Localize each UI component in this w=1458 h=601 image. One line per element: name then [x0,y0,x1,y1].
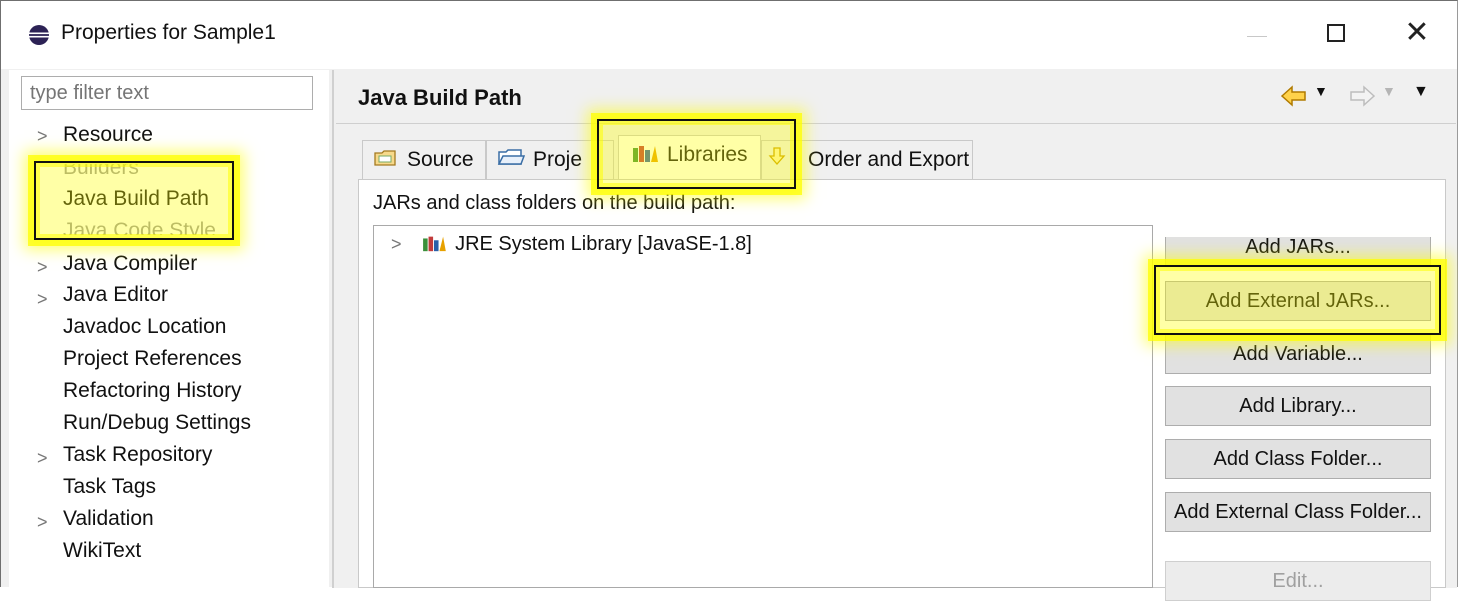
forward-dropdown-icon[interactable]: ▼ [1382,83,1396,99]
build-path-description: JARs and class folders on the build path… [373,192,736,214]
tree-item-task-tags[interactable]: Task Tags [63,475,156,499]
library-label: JRE System Library [JavaSE-1.8] [455,233,752,255]
tab-label: Proje [533,148,583,171]
add-library-button[interactable]: Add Library... [1165,386,1431,426]
forward-arrow-icon[interactable] [1349,85,1375,107]
tree-item-task-repository[interactable]: Task Repository [63,443,212,467]
source-folder-icon [374,150,396,167]
tab-order-and-export[interactable]: Order and Export [761,140,973,180]
minimize-button[interactable] [1247,36,1267,37]
add-external-class-folder-button[interactable]: Add External Class Folder... [1165,492,1431,532]
back-dropdown-icon[interactable]: ▼ [1314,83,1328,99]
header-separator [336,123,1456,124]
expand-arrow-icon[interactable]: > [37,126,48,147]
jre-library-icon [423,236,446,251]
tab-libraries[interactable]: Libraries [618,135,761,181]
expand-arrow-icon[interactable]: > [37,448,48,469]
add-class-folder-button[interactable]: Add Class Folder... [1165,439,1431,479]
tab-projects[interactable]: Proje [486,140,614,180]
view-menu-icon[interactable]: ▼ [1413,83,1429,101]
expand-arrow-icon[interactable]: > [37,512,48,533]
order-export-icon [768,147,786,166]
project-folder-icon [497,149,525,166]
window-title: Properties for Sample1 [61,21,276,44]
tab-label: Order and Export [808,148,970,171]
close-icon: ✕ [1404,16,1430,49]
tree-item-java-editor[interactable]: Java Editor [63,283,168,307]
tab-label: Libraries [667,143,748,166]
eclipse-logo-icon [29,25,49,45]
tree-item-project-references[interactable]: Project References [63,347,242,371]
tree-item-java-compiler[interactable]: Java Compiler [63,252,197,276]
close-button[interactable]: ✕ [1401,17,1433,49]
tree-item-refactoring-history[interactable]: Refactoring History [63,379,242,403]
libraries-icon [633,146,658,163]
maximize-button[interactable] [1327,24,1345,42]
tree-item-java-build-path[interactable]: Java Build Path [63,187,209,211]
title-bar: Properties for Sample1 ✕ [1,1,1457,69]
list-item[interactable]: > JRE System Library [JavaSE-1.8] [391,233,752,256]
tree-item-javadoc-location[interactable]: Javadoc Location [63,315,226,339]
page-title: Java Build Path [358,85,522,110]
expand-arrow-icon[interactable]: > [37,257,48,278]
filter-input[interactable] [21,76,313,110]
back-arrow-icon[interactable] [1281,85,1307,107]
libraries-list[interactable] [373,225,1153,588]
tab-label: Source [407,148,474,171]
expand-arrow-icon[interactable]: > [37,289,48,310]
properties-dialog: Properties for Sample1 ✕ > Resource Buil… [0,0,1458,601]
add-external-jars-button[interactable]: Add External JARs... [1165,281,1431,321]
tree-item-wikitext[interactable]: WikiText [63,539,141,563]
tree-item-validation[interactable]: Validation [63,507,154,531]
add-variable-button[interactable]: Add Variable... [1165,334,1431,374]
expand-arrow-icon[interactable]: > [391,234,402,254]
tab-source[interactable]: Source [362,140,486,180]
tree-item-resource[interactable]: Resource [63,123,153,147]
tree-item-run-debug-settings[interactable]: Run/Debug Settings [63,411,251,435]
edit-button[interactable]: Edit... [1165,561,1431,601]
page-navigation: ▼ ▼ ▼ [1281,81,1441,111]
